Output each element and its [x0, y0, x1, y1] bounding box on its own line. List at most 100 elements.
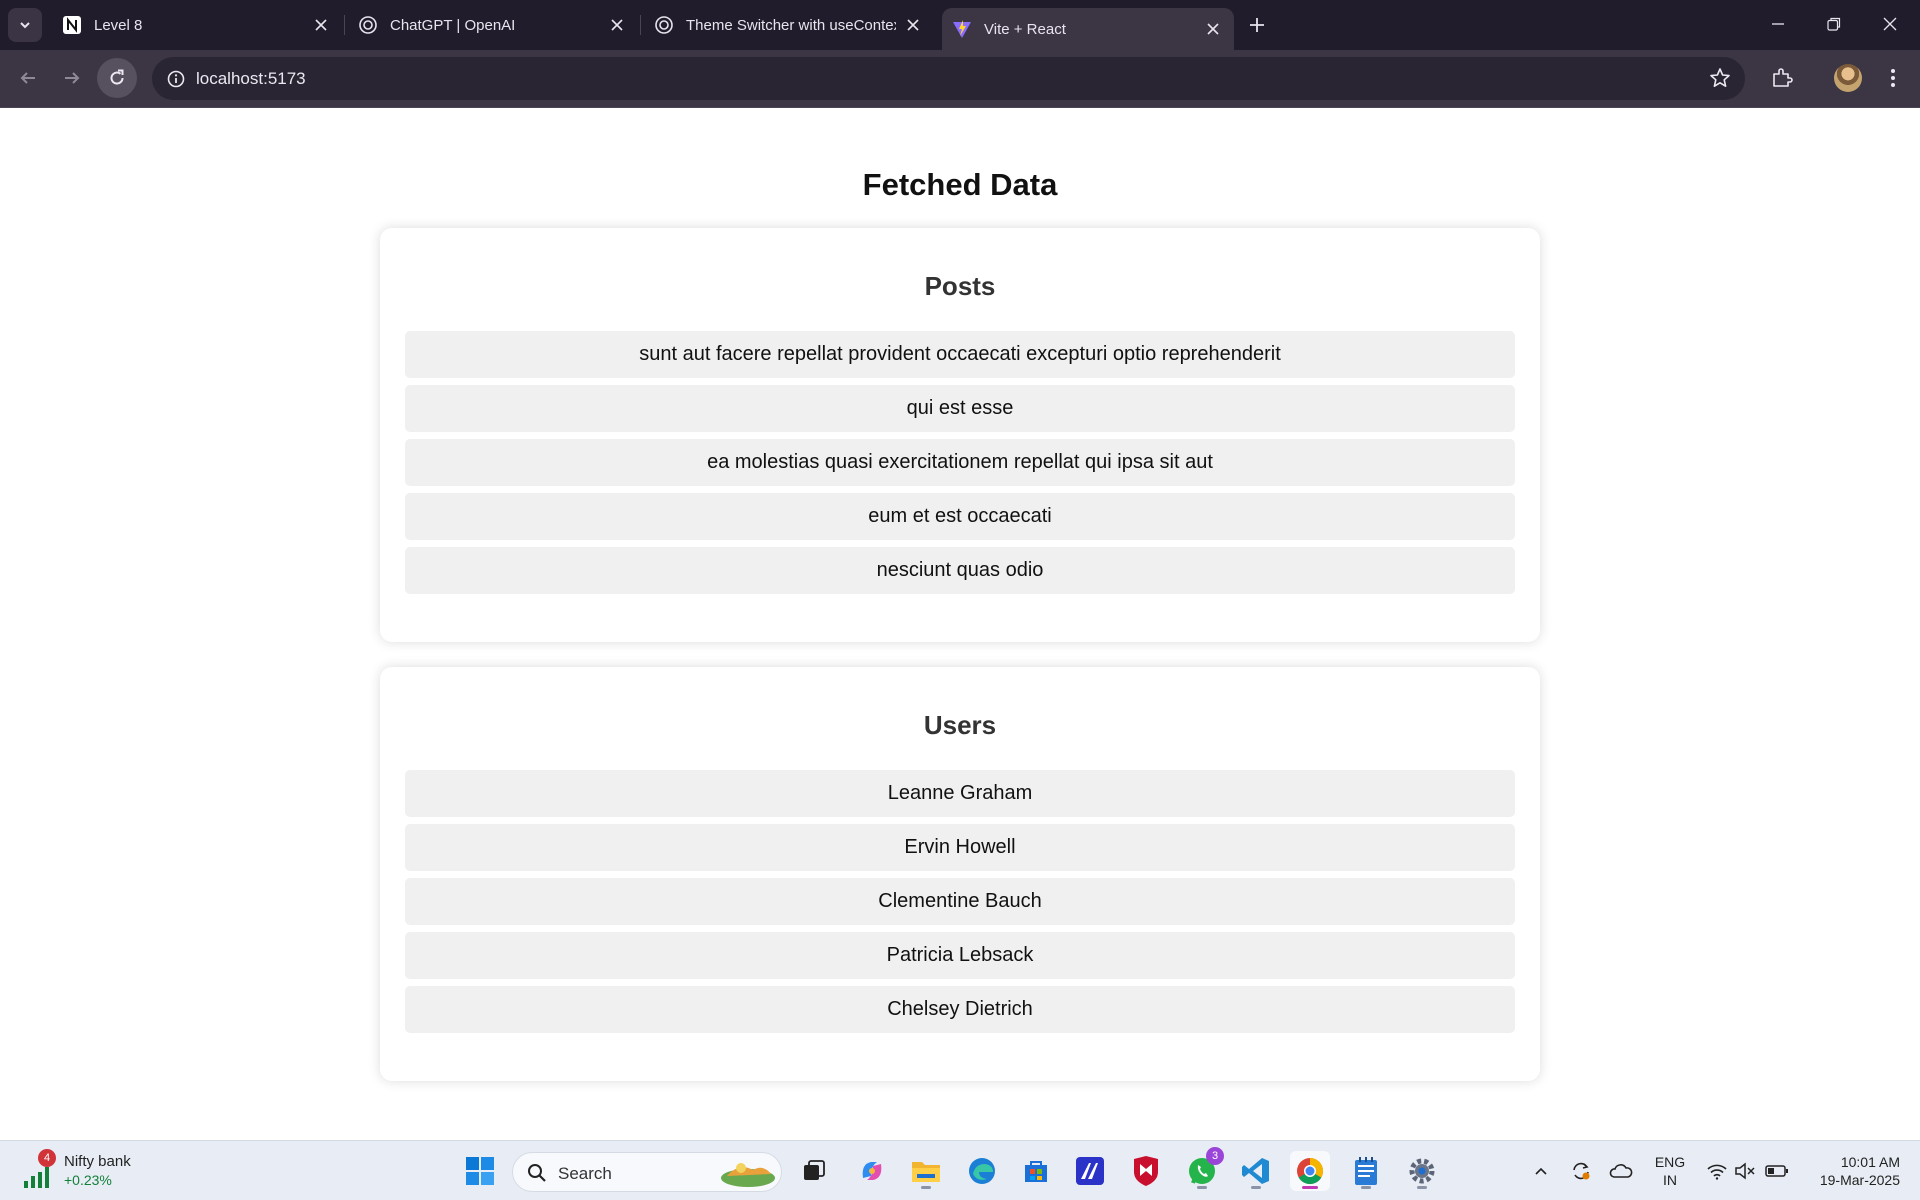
sync-tray-icon[interactable]	[1568, 1159, 1594, 1183]
clock[interactable]: 10:01 AM 19-Mar-2025	[1800, 1153, 1900, 1189]
bookmark-star-icon[interactable]	[1709, 67, 1731, 94]
tab-chatgpt[interactable]: ChatGPT | OpenAI	[346, 0, 638, 50]
clock-date: 19-Mar-2025	[1819, 1172, 1900, 1188]
store-button[interactable]	[1016, 1151, 1056, 1191]
notepad-button[interactable]	[1346, 1151, 1386, 1191]
close-icon[interactable]	[902, 14, 924, 36]
posts-card: Posts sunt aut facere repellat provident…	[380, 228, 1540, 642]
tab-vite-react[interactable]: Vite + React	[942, 8, 1234, 50]
user-item: Patricia Lebsack	[405, 932, 1515, 979]
site-info-icon[interactable]	[162, 65, 190, 93]
region-code: IN	[1663, 1172, 1677, 1188]
restore-icon	[1827, 17, 1841, 31]
tab-separator	[640, 15, 641, 35]
close-icon[interactable]	[1202, 18, 1224, 40]
user-item: Chelsey Dietrich	[405, 986, 1515, 1033]
tab-title: Theme Switcher with useContext	[686, 16, 896, 34]
chrome-button[interactable]	[1290, 1151, 1330, 1191]
language-code: ENG	[1654, 1154, 1686, 1170]
close-window-button[interactable]	[1862, 0, 1918, 48]
chrome-icon	[1297, 1157, 1324, 1185]
user-item: Ervin Howell	[405, 824, 1515, 871]
copilot-button[interactable]	[852, 1151, 892, 1191]
search-icon	[528, 1164, 546, 1182]
minimize-button[interactable]	[1750, 0, 1806, 48]
wifi-icon	[1707, 1164, 1727, 1180]
arrow-left-icon	[20, 72, 35, 84]
new-tab-button[interactable]	[1244, 12, 1270, 38]
close-icon[interactable]	[606, 14, 628, 36]
tab-title: Vite + React	[984, 20, 1066, 38]
post-item: sunt aut facere repellat provident occae…	[405, 331, 1515, 378]
edge-button[interactable]	[962, 1151, 1002, 1191]
running-indicator	[1361, 1186, 1371, 1189]
browser-menu-button[interactable]	[1878, 63, 1908, 93]
forward-button[interactable]	[52, 58, 92, 98]
show-hidden-icons-button[interactable]	[1528, 1159, 1554, 1183]
volume-tray-icon[interactable]	[1732, 1159, 1758, 1183]
reload-button[interactable]	[97, 58, 137, 98]
vscode-insiders-app-button[interactable]	[1070, 1151, 1110, 1191]
battery-tray-icon[interactable]	[1764, 1159, 1790, 1183]
whatsapp-button[interactable]: 3	[1182, 1147, 1224, 1191]
post-item: eum et est occaecati	[405, 493, 1515, 540]
browser-tab-strip: Level 8 ChatGPT | OpenAI Theme Switcher …	[0, 0, 1920, 50]
chevron-down-icon	[20, 22, 30, 29]
copilot-icon	[862, 1162, 882, 1180]
gear-icon	[1409, 1158, 1435, 1184]
tab-level-8[interactable]: Level 8	[50, 0, 342, 50]
tab-theme-switcher[interactable]: Theme Switcher with useContext	[642, 0, 934, 50]
notion-icon	[62, 15, 82, 35]
puzzle-icon	[1773, 68, 1793, 87]
taskbar-search[interactable]: Search	[512, 1152, 782, 1192]
search-highlight-icon	[721, 1163, 775, 1187]
users-list: Leanne Graham Ervin Howell Clementine Ba…	[405, 770, 1515, 1040]
file-explorer-button[interactable]	[906, 1151, 946, 1191]
address-bar[interactable]: localhost:5173	[152, 57, 1745, 100]
posts-heading: Posts	[924, 271, 996, 301]
vscode-button[interactable]	[1236, 1151, 1276, 1191]
close-icon[interactable]	[310, 14, 332, 36]
restore-button[interactable]	[1806, 0, 1862, 48]
tab-search-button[interactable]	[8, 8, 42, 42]
extensions-button[interactable]	[1767, 63, 1797, 93]
task-view-button[interactable]	[794, 1151, 834, 1191]
plus-icon	[1250, 18, 1264, 32]
onedrive-tray-icon[interactable]	[1608, 1159, 1634, 1183]
page-title: Fetched Data	[862, 167, 1058, 202]
notification-badge: 4	[38, 1149, 56, 1167]
openai-icon	[654, 15, 674, 35]
chevron-up-icon	[1535, 1167, 1547, 1175]
sync-icon	[1573, 1162, 1590, 1180]
stock-widget[interactable]: 4 Nifty bank +0.23%	[22, 1149, 142, 1193]
notepad-icon	[1355, 1157, 1377, 1185]
app-logo-icon	[1076, 1157, 1104, 1185]
store-icon	[1025, 1161, 1047, 1182]
search-label: Search	[558, 1164, 612, 1183]
wifi-tray-icon[interactable]	[1704, 1159, 1730, 1183]
battery-icon	[1765, 1165, 1788, 1177]
speaker-muted-icon	[1735, 1162, 1755, 1180]
task-view-icon	[804, 1160, 825, 1180]
openai-icon	[358, 15, 378, 35]
active-indicator	[1302, 1186, 1318, 1189]
post-item: ea molestias quasi exercitationem repell…	[405, 439, 1515, 486]
profile-avatar[interactable]	[1834, 64, 1862, 92]
windows-logo-icon	[466, 1157, 494, 1185]
users-heading: Users	[923, 710, 997, 740]
cloud-icon	[1609, 1164, 1633, 1178]
tab-separator	[344, 15, 345, 35]
web-page: Fetched Data Posts sunt aut facere repel…	[0, 109, 1920, 1140]
back-button[interactable]	[8, 58, 48, 98]
start-button[interactable]	[460, 1151, 500, 1191]
arrow-right-icon	[65, 72, 80, 84]
running-indicator	[1417, 1186, 1427, 1189]
language-indicator[interactable]: ENG IN	[1650, 1153, 1690, 1189]
minimize-icon	[1772, 23, 1784, 25]
url-text: localhost:5173	[196, 69, 306, 88]
mcafee-button[interactable]	[1126, 1151, 1166, 1191]
vscode-icon	[1242, 1158, 1269, 1184]
close-icon	[1883, 17, 1897, 31]
unread-badge: 3	[1206, 1147, 1224, 1165]
settings-button[interactable]	[1402, 1151, 1442, 1191]
